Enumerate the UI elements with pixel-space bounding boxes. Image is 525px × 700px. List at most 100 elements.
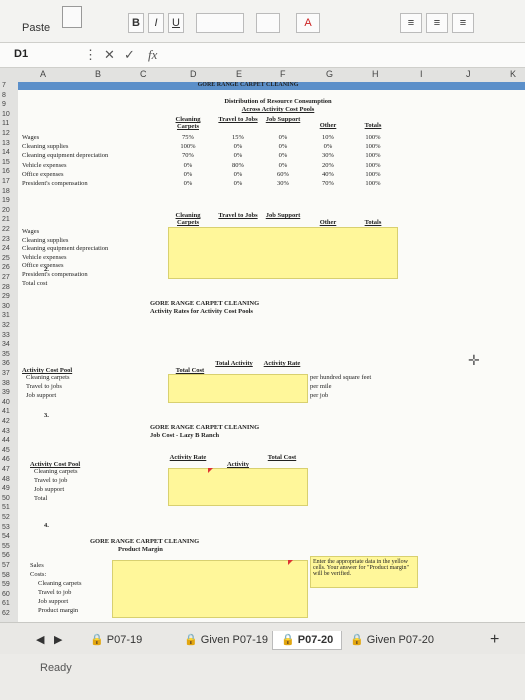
name-box[interactable]: D1	[14, 48, 28, 60]
row-header[interactable]: 37	[2, 370, 10, 377]
sec1-cell[interactable]: 70%	[308, 180, 348, 187]
row-header[interactable]: 32	[2, 322, 10, 329]
row-header[interactable]: 14	[2, 149, 10, 156]
row-header[interactable]: 13	[2, 140, 10, 147]
col-header[interactable]: A	[40, 69, 46, 79]
clipboard-icon[interactable]	[62, 6, 82, 28]
sec1-cell[interactable]: 0%	[263, 134, 303, 141]
col-header[interactable]: D	[190, 69, 197, 79]
row-header[interactable]: 36	[2, 360, 10, 367]
sec1-cell[interactable]: 0%	[263, 143, 303, 150]
row-header[interactable]: 9	[2, 101, 6, 108]
row-header[interactable]: 20	[2, 207, 10, 214]
align-right-icon[interactable]: ≡	[452, 13, 474, 33]
row-header[interactable]: 23	[2, 236, 10, 243]
row-header[interactable]: 50	[2, 495, 10, 502]
tab-given-p07-19[interactable]: 🔒 Given P07-19	[184, 631, 268, 649]
sec1-cell[interactable]: 40%	[308, 171, 348, 178]
row-header[interactable]: 22	[2, 226, 10, 233]
row-header[interactable]: 42	[2, 418, 10, 425]
row-header[interactable]: 38	[2, 380, 10, 387]
row-header[interactable]: 55	[2, 543, 10, 550]
row-header[interactable]: 15	[2, 159, 10, 166]
row-header[interactable]: 61	[2, 600, 10, 607]
sec3-input-range[interactable]	[168, 468, 308, 506]
tab-p07-20[interactable]: 🔒 P07-20	[272, 631, 343, 650]
worksheet[interactable]: GORE RANGE CARPET CLEANING Distribution …	[18, 82, 525, 622]
row-header[interactable]: 12	[2, 130, 10, 137]
sec1-cell[interactable]: 0%	[168, 162, 208, 169]
sec1-cell[interactable]: 20%	[308, 162, 348, 169]
italic-button[interactable]: I	[148, 13, 164, 33]
row-header[interactable]: 52	[2, 514, 10, 521]
row-header[interactable]: 62	[2, 610, 10, 617]
sec1-cell[interactable]: 0%	[218, 171, 258, 178]
row-header[interactable]: 53	[2, 524, 10, 531]
col-header[interactable]: I	[420, 69, 423, 79]
row-header[interactable]: 10	[2, 111, 10, 118]
row-header[interactable]: 40	[2, 399, 10, 406]
sec1-cell[interactable]: 30%	[308, 152, 348, 159]
borders-dropdown[interactable]	[196, 13, 244, 33]
row-header[interactable]: 44	[2, 437, 10, 444]
row-header[interactable]: 41	[2, 408, 10, 415]
row-header[interactable]: 33	[2, 332, 10, 339]
row-header[interactable]: 26	[2, 264, 10, 271]
fill-color-button[interactable]	[256, 13, 280, 33]
align-left-icon[interactable]: ≡	[400, 13, 422, 33]
row-header[interactable]: 56	[2, 552, 10, 559]
row-header[interactable]: 51	[2, 504, 10, 511]
sec1-cell[interactable]: 100%	[353, 134, 393, 141]
sec1-cell[interactable]: 75%	[168, 134, 208, 141]
row-header[interactable]: 46	[2, 456, 10, 463]
paste-button[interactable]: Paste	[22, 22, 50, 34]
row-header[interactable]: 57	[2, 562, 10, 569]
row-header[interactable]: 54	[2, 533, 10, 540]
col-header[interactable]: C	[140, 69, 147, 79]
row-header[interactable]: 28	[2, 284, 10, 291]
row-header[interactable]: 24	[2, 245, 10, 252]
row-header[interactable]: 11	[2, 120, 9, 127]
col-header[interactable]: H	[372, 69, 379, 79]
sec1-cell[interactable]: 70%	[168, 152, 208, 159]
row-header[interactable]: 39	[2, 389, 10, 396]
sec1-cell[interactable]: 0%	[263, 152, 303, 159]
tab-p07-19[interactable]: 🔒 P07-19	[90, 631, 142, 649]
row-header[interactable]: 27	[2, 274, 10, 281]
col-header[interactable]: F	[280, 69, 286, 79]
row-header[interactable]: 25	[2, 255, 10, 262]
tab-given-p07-20[interactable]: 🔒 Given P07-20	[350, 631, 434, 649]
col-header[interactable]: K	[510, 69, 516, 79]
font-color-button[interactable]: A	[296, 13, 320, 33]
sec1-cell[interactable]: 30%	[263, 180, 303, 187]
cancel-icon[interactable]: ✕	[104, 47, 115, 63]
sec1-cell[interactable]: 100%	[168, 143, 208, 150]
row-header[interactable]: 31	[2, 312, 10, 319]
fx-icon[interactable]: fx	[148, 47, 157, 63]
row-header[interactable]: 43	[2, 428, 10, 435]
sec1-cell[interactable]: 0%	[168, 171, 208, 178]
prev-sheet-icon[interactable]: ◀	[36, 631, 44, 649]
sec1-cell[interactable]: 80%	[218, 162, 258, 169]
sec2-input-range[interactable]	[168, 374, 308, 403]
row-header[interactable]: 19	[2, 197, 10, 204]
col-header[interactable]: E	[236, 69, 242, 79]
row-header[interactable]: 21	[2, 216, 10, 223]
col-header[interactable]: G	[326, 69, 333, 79]
align-center-icon[interactable]: ≡	[426, 13, 448, 33]
row-header[interactable]: 30	[2, 303, 10, 310]
row-header[interactable]: 59	[2, 581, 10, 588]
sec1-cell[interactable]: 100%	[353, 152, 393, 159]
row-header[interactable]: 16	[2, 168, 10, 175]
row-header[interactable]: 35	[2, 351, 10, 358]
add-sheet-button[interactable]: +	[490, 631, 499, 649]
sec1-cell[interactable]: 60%	[263, 171, 303, 178]
sec1-cell[interactable]: 0%	[168, 180, 208, 187]
sec1-cell[interactable]: 100%	[353, 143, 393, 150]
sec4-input-range[interactable]	[112, 560, 308, 618]
sec1-cell[interactable]: 100%	[353, 171, 393, 178]
name-box-dropdown-icon[interactable]: ⋮	[84, 47, 97, 63]
row-header[interactable]: 49	[2, 485, 10, 492]
row-header[interactable]: 45	[2, 447, 10, 454]
sec1-cell[interactable]: 0%	[218, 180, 258, 187]
